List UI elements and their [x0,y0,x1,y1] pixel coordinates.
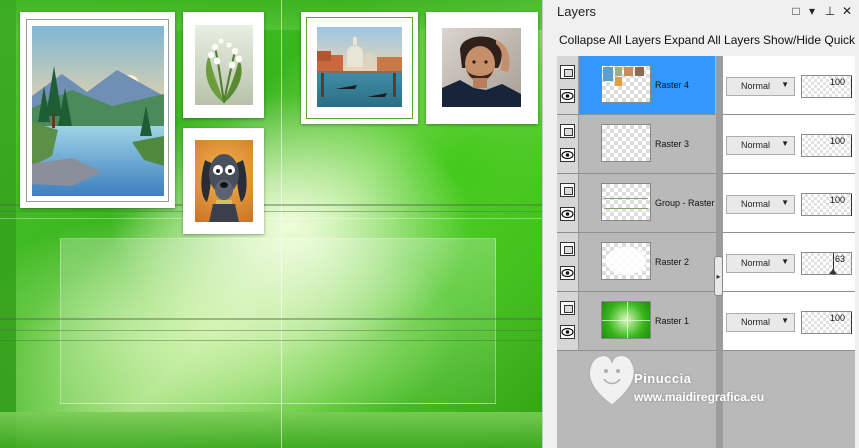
layer-row-raster-2[interactable]: Raster 2 Normal ▼ 63 [557,233,855,292]
visibility-eye-icon[interactable] [560,89,575,103]
landscape-frame [20,12,175,208]
expand-all-button[interactable]: Expand All Layers [664,33,760,47]
layer-controls [557,233,579,291]
canvas-light-panel [60,238,496,404]
layer-controls [557,174,579,232]
venice-painting [317,27,402,107]
blend-mode-select[interactable]: Normal ▼ [726,77,795,96]
blend-mode-select[interactable]: Normal ▼ [726,313,795,332]
landscape-painting [32,26,164,196]
link-icon[interactable] [560,183,575,197]
canvas-horizontal-line [0,218,542,219]
splitter-grip-icon[interactable]: ▸ [714,256,723,296]
layer-properties: Normal ▼ 100 [723,292,855,350]
visibility-eye-icon[interactable] [560,207,575,221]
image-canvas[interactable] [0,0,542,448]
layer-name-cell[interactable]: Raster 4 [579,56,715,114]
watermark-url: www.maidiregrafica.eu [634,390,765,404]
opacity-slider[interactable]: 100 [801,193,852,216]
venice-frame [301,12,418,124]
dropdown-arrow-icon: ▼ [781,198,789,207]
opacity-marker [851,312,852,334]
canvas-stripe [0,318,542,320]
opacity-marker [851,135,852,157]
dropdown-arrow-icon: ▼ [781,257,789,266]
blend-mode-select[interactable]: Normal ▼ [726,136,795,155]
close-icon[interactable]: ✕ [840,4,854,18]
layer-properties: Normal ▼ 100 [723,115,855,173]
layer-controls [557,115,579,173]
layer-name-cell[interactable]: Group - Raster 3 [579,174,722,232]
canvas-stripe [0,340,542,341]
layer-name-cell[interactable]: Raster 2 [579,233,715,291]
layer-name-cell[interactable]: Raster 3 [579,115,715,173]
layer-row-raster-3[interactable]: Raster 3 Normal ▼ 100 [557,115,855,174]
dropdown-arrow-icon: ▼ [781,139,789,148]
layer-properties: Normal ▼ 100 [723,174,855,232]
collapse-all-button[interactable]: Collapse All Layers [559,33,661,47]
watermark-name: Pinuccia [634,371,692,386]
layer-row-group-raster-3[interactable]: Group - Raster 3 Normal ▼ 100 [557,174,855,233]
layer-row-raster-1[interactable]: Raster 1 Normal ▼ 100 [557,292,855,351]
dog-frame [183,128,264,234]
layer-thumbnail [601,301,651,339]
canvas-left-band [0,0,16,448]
watermark-heart-logo [589,355,635,406]
layer-row-raster-4[interactable]: Raster 4 Normal ▼ 100 [557,56,855,115]
layer-name: Raster 1 [655,316,690,326]
link-icon[interactable] [560,301,575,315]
layer-name: Raster 2 [655,257,690,267]
canvas-stripe [0,330,542,331]
layer-properties: Normal ▼ 100 [723,56,855,114]
layer-thumbnail [601,183,651,221]
opacity-marker [851,76,852,98]
link-icon[interactable] [560,242,575,256]
layers-toolbar: Collapse All Layers Expand All Layers Sh… [543,30,859,52]
layer-properties: Normal ▼ 63 [723,233,855,291]
layer-name: Raster 3 [655,139,690,149]
layer-name: Group - Raster 3 [655,198,723,208]
layer-thumbnail [601,242,651,280]
dropdown-arrow-icon: ▼ [781,80,789,89]
visibility-eye-icon[interactable] [560,325,575,339]
show-hide-quick-button[interactable]: Show/Hide Quick [763,33,855,47]
opacity-pointer-icon[interactable] [829,269,837,274]
layer-name: Raster 4 [655,80,690,90]
link-icon[interactable] [560,65,575,79]
pin-icon[interactable]: ⊥ [823,4,837,18]
restore-icon[interactable]: □ [789,4,803,18]
opacity-slider[interactable]: 100 [801,75,852,98]
menu-icon[interactable]: ▾ [805,4,819,18]
link-icon[interactable] [560,124,575,138]
layer-controls [557,56,579,114]
dropdown-arrow-icon: ▼ [781,316,789,325]
portrait-frame [426,12,538,124]
blend-mode-select[interactable]: Normal ▼ [726,254,795,273]
blend-mode-select[interactable]: Normal ▼ [726,195,795,214]
visibility-eye-icon[interactable] [560,266,575,280]
canvas-vertical-line [281,0,282,448]
visibility-eye-icon[interactable] [560,148,575,162]
canvas-stripe [0,211,542,212]
man-portrait-photo [442,28,521,107]
opacity-slider[interactable]: 100 [801,134,852,157]
opacity-slider[interactable]: 100 [801,311,852,334]
layer-controls [557,292,579,350]
cartoon-dog-image [195,140,253,222]
canvas-bottom-band [0,412,542,448]
lilies-frame [183,12,264,118]
layer-thumbnail [601,124,651,162]
opacity-slider[interactable]: 63 [801,252,852,275]
layer-name-cell[interactable]: Raster 1 [579,292,715,350]
lily-of-the-valley-image [195,25,253,105]
layer-thumbnail [601,65,651,103]
opacity-marker [851,194,852,216]
